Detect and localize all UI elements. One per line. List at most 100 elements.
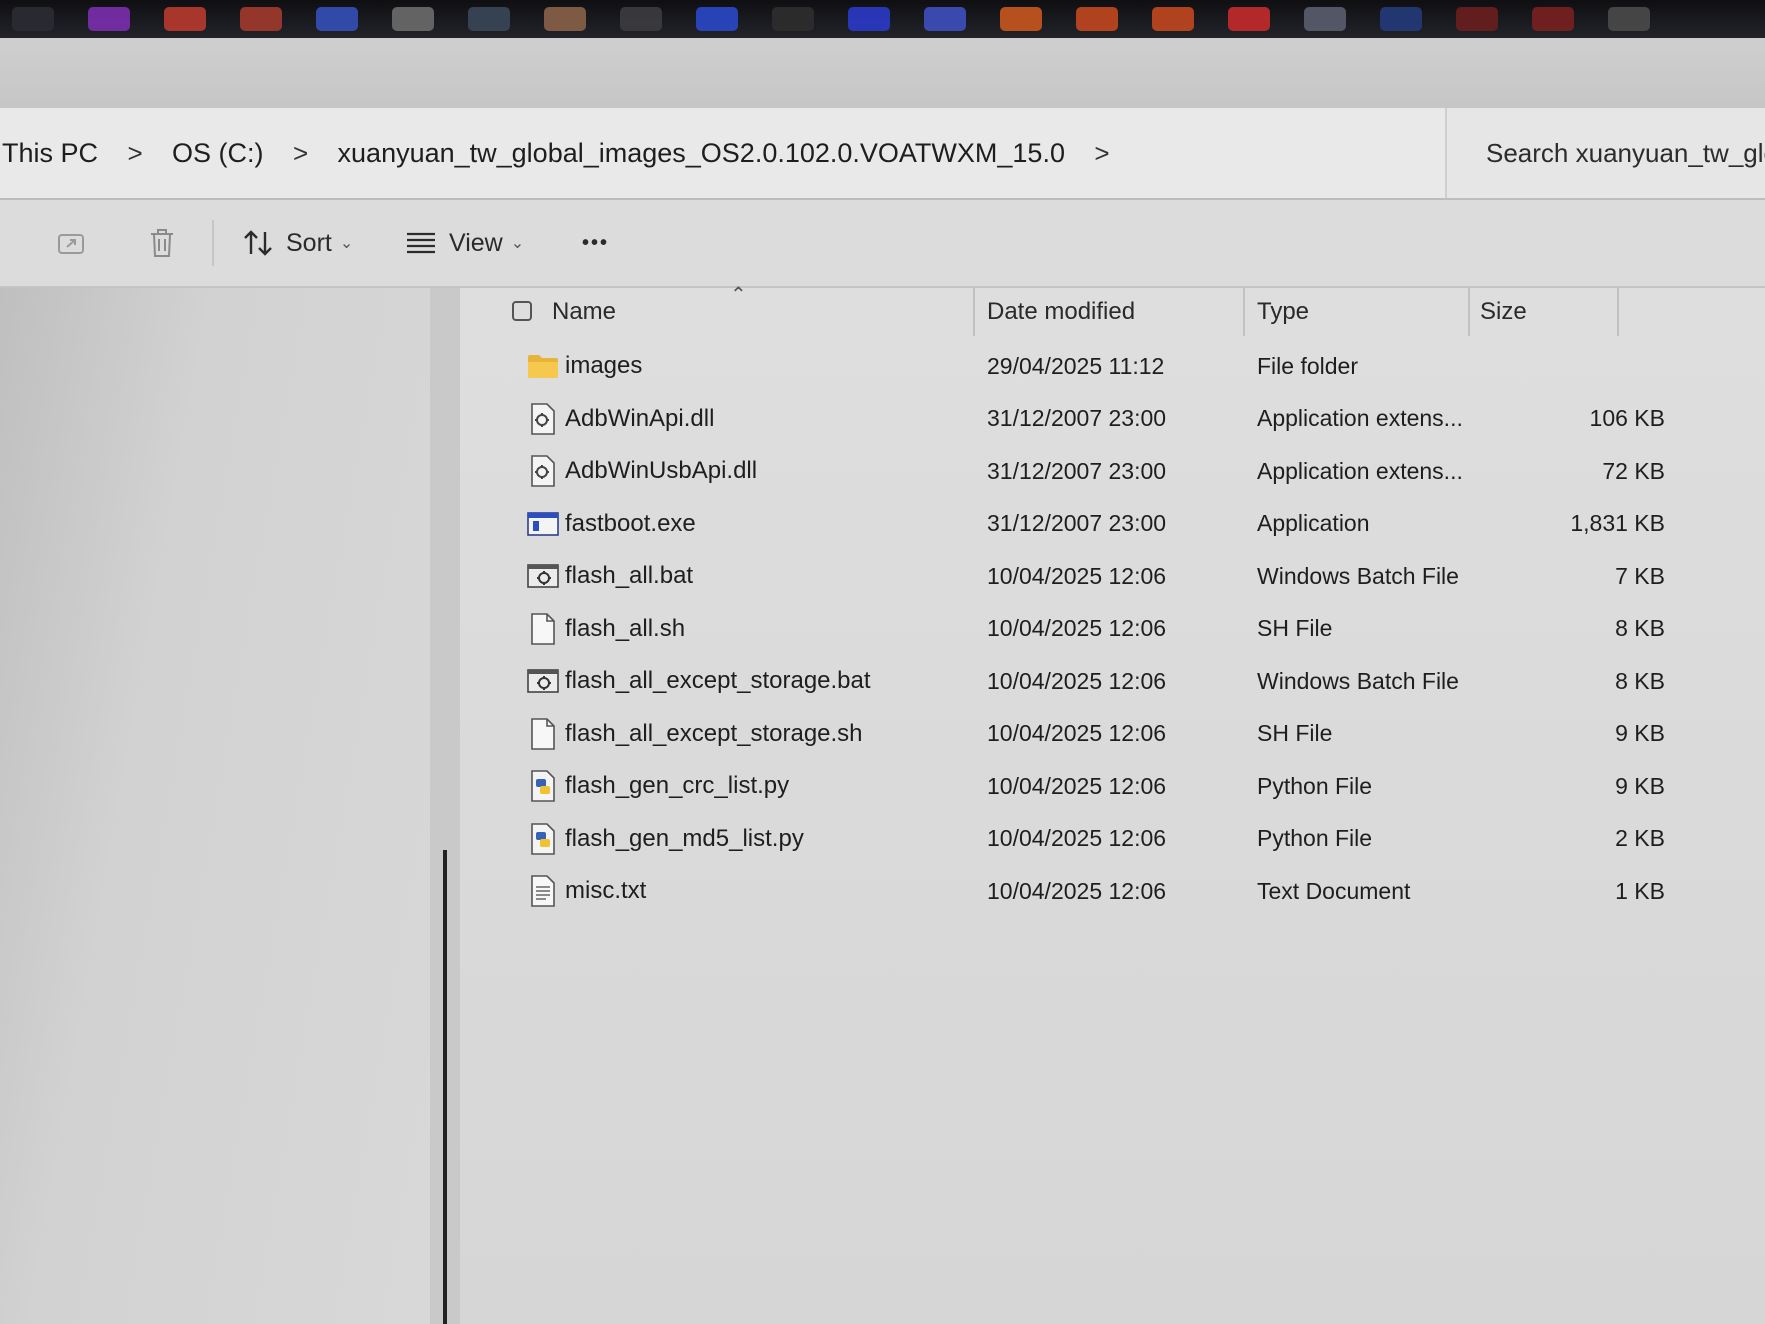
chrome-icon[interactable] [12,7,54,31]
file-name[interactable]: flash_all_except_storage.sh [565,708,863,760]
text-file-icon [526,865,560,917]
column-divider[interactable] [1243,288,1245,336]
file-row[interactable]: flash_all.sh 10/04/2025 12:06 SH File 8 KB [460,603,1765,656]
blank-file-icon [526,708,560,760]
diamond-alt-icon[interactable] [1152,7,1194,31]
file-type: Windows Batch File [1257,562,1459,589]
calendar-icon[interactable] [316,7,358,31]
chevron-right-icon[interactable]: > [266,138,336,169]
file-date-modified: 10/04/2025 12:06 [987,772,1167,799]
column-header-name[interactable]: Name [552,288,616,336]
sort-button[interactable]: Sort ⌄ [242,200,353,286]
bracket-icon[interactable] [848,7,890,31]
red-app-alt-icon[interactable] [1532,7,1574,31]
view-label: View [449,228,503,257]
navigation-scrollbar[interactable] [443,850,447,1324]
file-size: 8 KB [1615,667,1665,694]
diamond-icon[interactable] [1076,7,1118,31]
file-name[interactable]: flash_all.sh [565,603,685,655]
crumb-current-folder[interactable]: xuanyuan_tw_global_images_OS2.0.102.0.VO… [336,138,1067,169]
file-size: 106 KB [1589,405,1665,431]
dll-file-icon [526,445,560,497]
sort-arrows-icon [244,230,272,256]
file-row[interactable]: flash_gen_crc_list.py 10/04/2025 12:06 Pyt… [460,760,1765,813]
column-divider[interactable] [1617,288,1619,336]
app-icon[interactable] [924,7,966,31]
red-app-icon[interactable] [1456,7,1498,31]
file-name[interactable]: images [565,340,642,392]
photo-icon[interactable] [544,7,586,31]
column-divider[interactable] [1468,288,1470,336]
file-name[interactable]: misc.txt [565,865,646,917]
gmail-icon[interactable] [164,7,206,31]
s-icon[interactable] [1228,7,1270,31]
python-file-icon [526,760,560,812]
hat-icon[interactable] [772,7,814,31]
file-name[interactable]: flash_all_except_storage.bat [565,655,871,707]
chat-icon[interactable] [696,7,738,31]
file-row[interactable]: flash_all_except_storage.bat 10/04/2025 1… [460,655,1765,708]
file-date-modified: 31/12/2007 23:00 [987,510,1167,536]
chevron-down-icon: ⌄ [339,235,354,252]
python-file-icon [526,813,560,865]
crumb-this-pc[interactable]: This PC [0,138,100,169]
file-size: 72 KB [1602,457,1665,484]
file-size: 8 KB [1615,615,1665,641]
file-type: SH File [1257,720,1333,746]
column-type-label: Type [1257,298,1310,325]
delete-button[interactable] [148,200,176,286]
column-header-type[interactable]: Type [1257,288,1309,336]
bat-file-icon [526,655,560,707]
more-options-button[interactable]: ••• [582,200,609,286]
search-input[interactable]: Search xuanyuan_tw_glo [1460,108,1765,198]
file-name[interactable]: AdbWinUsbApi.dll [565,445,757,497]
column-header-row: Name ⌃ Date modified Type Size [460,284,1765,336]
column-divider[interactable] [973,288,975,336]
file-row[interactable]: AdbWinApi.dll 31/12/2007 23:00 Application… [460,393,1765,446]
gmail-alt-icon[interactable] [240,7,282,31]
crumb-os-drive[interactable]: OS (C:) [170,138,266,169]
chevron-right-icon[interactable]: > [100,138,170,169]
folder-icon [526,340,560,392]
file-size: 9 KB [1615,720,1665,746]
circle-icon[interactable] [620,7,662,31]
file-name[interactable]: flash_all.bat [565,550,693,602]
file-type: Application extens... [1257,457,1463,484]
mi-icon[interactable] [1000,7,1042,31]
file-type: Python File [1257,825,1373,851]
file-size: 7 KB [1615,562,1665,589]
address-bar: This PC > OS (C:) > xuanyuan_tw_global_i… [0,108,1765,200]
column-header-date[interactable]: Date modified [987,288,1135,336]
column-header-size[interactable]: Size [1480,288,1527,336]
file-name[interactable]: fastboot.exe [565,498,696,550]
file-date-modified: 31/12/2007 23:00 [987,405,1167,431]
file-date-modified: 10/04/2025 12:06 [987,562,1167,589]
firefox-icon[interactable] [88,7,130,31]
column-name-label: Name [552,298,617,325]
file-size [1520,340,1665,392]
chevron-right-icon[interactable]: > [1067,138,1137,169]
navigation-pane [0,288,430,1324]
file-date-modified: 10/04/2025 12:06 [987,615,1167,641]
file-name[interactable]: flash_gen_md5_list.py [565,813,804,865]
file-row[interactable]: AdbWinUsbApi.dll 31/12/2007 23:00 Applicat… [460,445,1765,498]
file-name[interactable]: AdbWinApi.dll [565,393,714,445]
file-row[interactable]: images 29/04/2025 11:12 File folder [460,340,1765,393]
view-button[interactable]: View ⌄ [405,200,524,286]
file-name[interactable]: flash_gen_crc_list.py [565,760,789,812]
round-icon[interactable] [1608,7,1650,31]
file-row[interactable]: flash_gen_md5_list.py 10/04/2025 12:06 Pyt… [460,813,1765,866]
select-all-checkbox[interactable] [512,301,532,321]
file-row[interactable]: flash_all_except_storage.sh 10/04/2025 12… [460,708,1765,761]
share-button[interactable] [56,200,86,286]
breadcrumb[interactable]: This PC > OS (C:) > xuanyuan_tw_global_i… [0,108,1447,198]
edge-icon[interactable] [1380,7,1422,31]
file-row[interactable]: misc.txt 10/04/2025 12:06 Text Document 1 K… [460,865,1765,918]
file-row[interactable]: fastboot.exe 31/12/2007 23:00 Application 1… [460,498,1765,551]
tool-icon[interactable] [392,7,434,31]
sort-label: Sort [286,228,332,257]
file-row[interactable]: flash_all.bat 10/04/2025 12:06 Windows Bat… [460,550,1765,603]
chart-icon[interactable] [468,7,510,31]
search-placeholder: Search xuanyuan_tw_glo [1486,137,1765,168]
person-icon[interactable] [1304,7,1346,31]
